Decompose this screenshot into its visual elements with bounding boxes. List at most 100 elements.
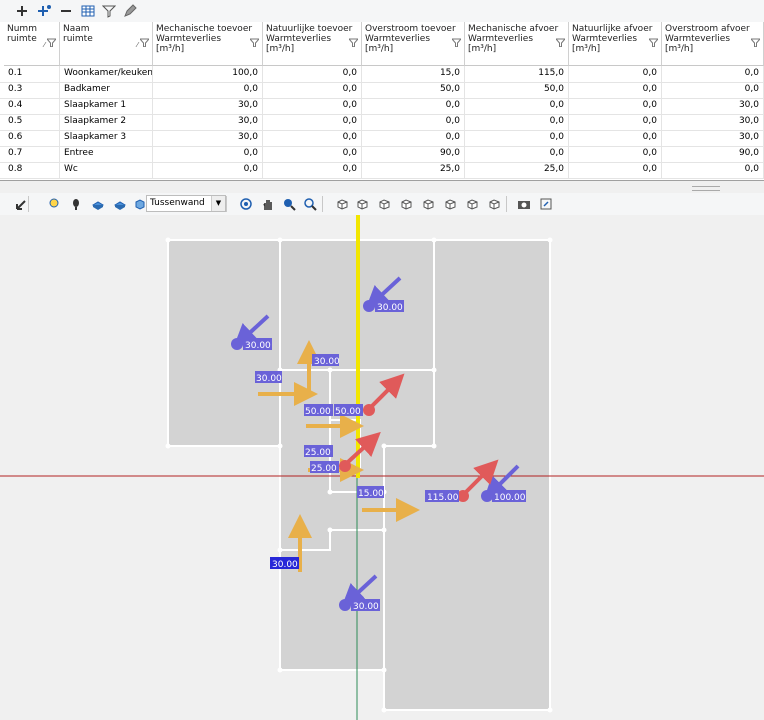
filter-icon[interactable] bbox=[101, 3, 117, 19]
table-cell[interactable]: 0.4 bbox=[4, 98, 60, 114]
table-cell[interactable]: 0,0 bbox=[362, 114, 465, 130]
view-front-icon[interactable] bbox=[376, 196, 392, 212]
table-cell[interactable]: 0.6 bbox=[4, 130, 60, 146]
table-row[interactable]: 0.4 Slaapkamer 1 30,0 0,0 0,0 0,0 0,0 30,0 bbox=[0, 98, 764, 115]
export-icon[interactable] bbox=[538, 196, 554, 212]
table-cell[interactable]: 0,0 bbox=[153, 162, 263, 178]
table-cell[interactable]: Slaapkamer 1 bbox=[60, 98, 153, 114]
zoom-icon[interactable] bbox=[281, 196, 297, 212]
view-side-icon[interactable] bbox=[486, 196, 502, 212]
column-header-5[interactable]: Mechanische afvoer Warmteverlies [m³/h] bbox=[465, 22, 569, 66]
table-cell[interactable]: 25,0 bbox=[362, 162, 465, 178]
table-cell[interactable]: Wc bbox=[60, 162, 153, 178]
table-cell[interactable]: 0,0 bbox=[465, 114, 569, 130]
filter-icon[interactable] bbox=[347, 38, 360, 50]
table-cell[interactable]: 0.5 bbox=[4, 114, 60, 130]
table-cell[interactable]: 30,0 bbox=[153, 114, 263, 130]
table-cell[interactable]: 115,0 bbox=[465, 66, 569, 82]
table-cell[interactable]: 0,0 bbox=[465, 130, 569, 146]
table-cell[interactable]: 0,0 bbox=[662, 162, 764, 178]
hand-pan-icon[interactable] bbox=[260, 196, 276, 212]
block-flat-icon[interactable] bbox=[112, 196, 128, 212]
light-bulb-icon[interactable] bbox=[46, 196, 62, 212]
view-back-icon[interactable] bbox=[442, 196, 458, 212]
view-iso-icon[interactable] bbox=[334, 196, 350, 212]
column-header-7[interactable]: Overstroom afvoer Warmteverlies [m³/h] bbox=[662, 22, 764, 66]
table-icon[interactable] bbox=[80, 3, 96, 19]
view-left-icon[interactable] bbox=[398, 196, 414, 212]
view-top-icon[interactable] bbox=[354, 196, 370, 212]
table-cell[interactable]: 0,0 bbox=[263, 162, 362, 178]
table-cell[interactable]: Entree bbox=[60, 146, 153, 162]
table-cell[interactable]: 15,0 bbox=[362, 66, 465, 82]
bulb-icon[interactable] bbox=[68, 196, 84, 212]
table-cell[interactable]: 0,0 bbox=[263, 146, 362, 162]
zoom-extents-icon[interactable] bbox=[302, 196, 318, 212]
wall-type-select[interactable]: Tussenwand ▼ bbox=[146, 195, 226, 212]
table-cell[interactable]: 0.3 bbox=[4, 82, 60, 98]
table-cell[interactable]: 0,0 bbox=[569, 162, 662, 178]
table-row[interactable]: 0.6 Slaapkamer 3 30,0 0,0 0,0 0,0 0,0 30,0 bbox=[0, 130, 764, 147]
table-cell[interactable]: 0.7 bbox=[4, 146, 60, 162]
table-cell[interactable]: 0,0 bbox=[153, 82, 263, 98]
column-header-4[interactable]: Overstroom toevoer Warmteverlies [m³/h] bbox=[362, 22, 465, 66]
floorplan-canvas[interactable]: 30.00 30.00 30.00 30.00 50.00 50.00 25.0… bbox=[0, 215, 764, 720]
remove-icon[interactable] bbox=[58, 3, 74, 19]
table-cell[interactable]: 0,0 bbox=[569, 114, 662, 130]
table-cell[interactable]: 0,0 bbox=[362, 130, 465, 146]
sort-icon[interactable]: ⁄ bbox=[137, 40, 138, 50]
table-cell[interactable]: 0,0 bbox=[263, 82, 362, 98]
table-cell[interactable]: 30,0 bbox=[153, 98, 263, 114]
filter-icon[interactable] bbox=[248, 38, 261, 50]
add-icon[interactable] bbox=[14, 3, 30, 19]
table-cell[interactable]: 0,0 bbox=[569, 146, 662, 162]
table-cell[interactable]: 0,0 bbox=[465, 98, 569, 114]
floorplan-viewport[interactable]: 30.00 30.00 30.00 30.00 50.00 50.00 25.0… bbox=[0, 215, 764, 720]
table-cell[interactable]: Badkamer bbox=[60, 82, 153, 98]
table-row[interactable]: 0.5 Slaapkamer 2 30,0 0,0 0,0 0,0 0,0 30,0 bbox=[0, 114, 764, 131]
table-cell[interactable]: 0,0 bbox=[569, 82, 662, 98]
table-cell[interactable]: 0,0 bbox=[569, 98, 662, 114]
table-cell[interactable]: 0,0 bbox=[362, 98, 465, 114]
table-cell[interactable]: 0,0 bbox=[662, 82, 764, 98]
table-cell[interactable]: 0,0 bbox=[153, 146, 263, 162]
orbit-icon[interactable] bbox=[238, 196, 254, 212]
filter-icon[interactable] bbox=[45, 38, 58, 50]
filter-icon[interactable] bbox=[749, 38, 762, 50]
camera-icon[interactable] bbox=[516, 196, 532, 212]
table-cell[interactable]: 90,0 bbox=[362, 146, 465, 162]
table-cell[interactable]: 50,0 bbox=[465, 82, 569, 98]
table-cell[interactable]: 30,0 bbox=[153, 130, 263, 146]
table-cell[interactable]: 30,0 bbox=[662, 98, 764, 114]
column-header-6[interactable]: Natuurlijke afvoer Warmteverlies [m³/h] bbox=[569, 22, 662, 66]
filter-icon[interactable] bbox=[554, 38, 567, 50]
table-cell[interactable]: 0.1 bbox=[4, 66, 60, 82]
table-cell[interactable]: 0,0 bbox=[465, 146, 569, 162]
block-icon[interactable] bbox=[90, 196, 106, 212]
filter-icon[interactable] bbox=[138, 38, 151, 50]
table-cell[interactable]: 90,0 bbox=[662, 146, 764, 162]
table-cell[interactable]: 30,0 bbox=[662, 114, 764, 130]
table-cell[interactable]: 0,0 bbox=[569, 130, 662, 146]
sort-icon[interactable]: ⁄ bbox=[44, 40, 45, 50]
filter-icon[interactable] bbox=[647, 38, 660, 50]
column-header-2[interactable]: Mechanische toevoer Warmteverlies [m³/h] bbox=[153, 22, 263, 66]
table-cell[interactable]: 0,0 bbox=[263, 114, 362, 130]
view-bottom-icon[interactable] bbox=[464, 196, 480, 212]
table-cell[interactable]: 0,0 bbox=[662, 66, 764, 82]
table-row[interactable]: 0.3 Badkamer 0,0 0,0 50,0 50,0 0,0 0,0 bbox=[0, 82, 764, 99]
table-cell[interactable]: 0,0 bbox=[263, 66, 362, 82]
filter-icon[interactable] bbox=[450, 38, 463, 50]
table-row[interactable]: 0.8 Wc 0,0 0,0 25,0 25,0 0,0 0,0 bbox=[0, 162, 764, 179]
table-cell[interactable]: 25,0 bbox=[465, 162, 569, 178]
column-header-0[interactable]: Numm ruimte ⁄ bbox=[4, 22, 60, 66]
column-header-3[interactable]: Natuurlijke toevoer Warmteverlies [m³/h] bbox=[263, 22, 362, 66]
table-cell[interactable]: 0,0 bbox=[263, 130, 362, 146]
table-row[interactable]: 0.1 Woonkamer/keuken 100,0 0,0 15,0 115,0 0,0 0… bbox=[0, 66, 764, 83]
table-cell[interactable]: Woonkamer/keuken bbox=[60, 66, 153, 82]
table-row[interactable]: 0.7 Entree 0,0 0,0 90,0 0,0 0,0 90,0 bbox=[0, 146, 764, 163]
table-cell[interactable]: 0,0 bbox=[569, 66, 662, 82]
view-right-icon[interactable] bbox=[420, 196, 436, 212]
splitter[interactable] bbox=[0, 181, 764, 193]
table-cell[interactable]: 0,0 bbox=[263, 98, 362, 114]
